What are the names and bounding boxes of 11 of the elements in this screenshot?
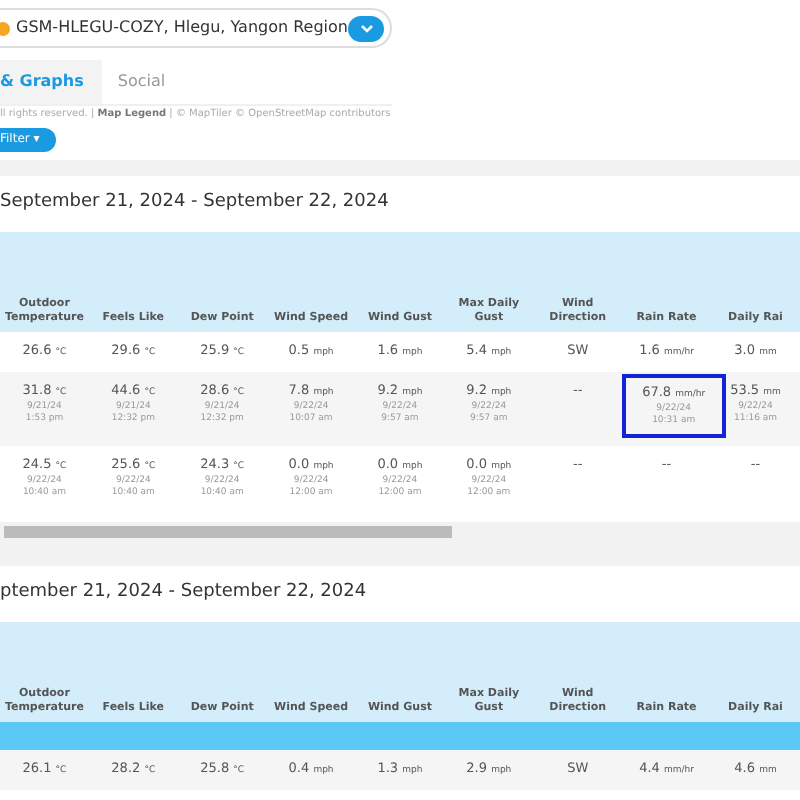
section-title: ptember 21, 2024 - September 22, 2024 (0, 580, 369, 606)
tab[interactable]: Social (117, 60, 192, 104)
scrollbar-track[interactable] (0, 522, 800, 542)
dropdown-button[interactable] (348, 15, 384, 41)
status-dot (0, 21, 10, 35)
scrollbar-thumb[interactable] (4, 526, 452, 538)
station-name: GSM-HLEGU-COZY, Hlegu, Yangon Region (16, 16, 348, 40)
chevron-down-icon (359, 23, 373, 33)
section-title: September 21, 2024 - September 22, 2024 (0, 190, 391, 216)
tab[interactable]: & Graphs (0, 60, 102, 104)
station-selector[interactable]: GSM-HLEGU-COZY, Hlegu, Yangon Region (0, 8, 392, 48)
